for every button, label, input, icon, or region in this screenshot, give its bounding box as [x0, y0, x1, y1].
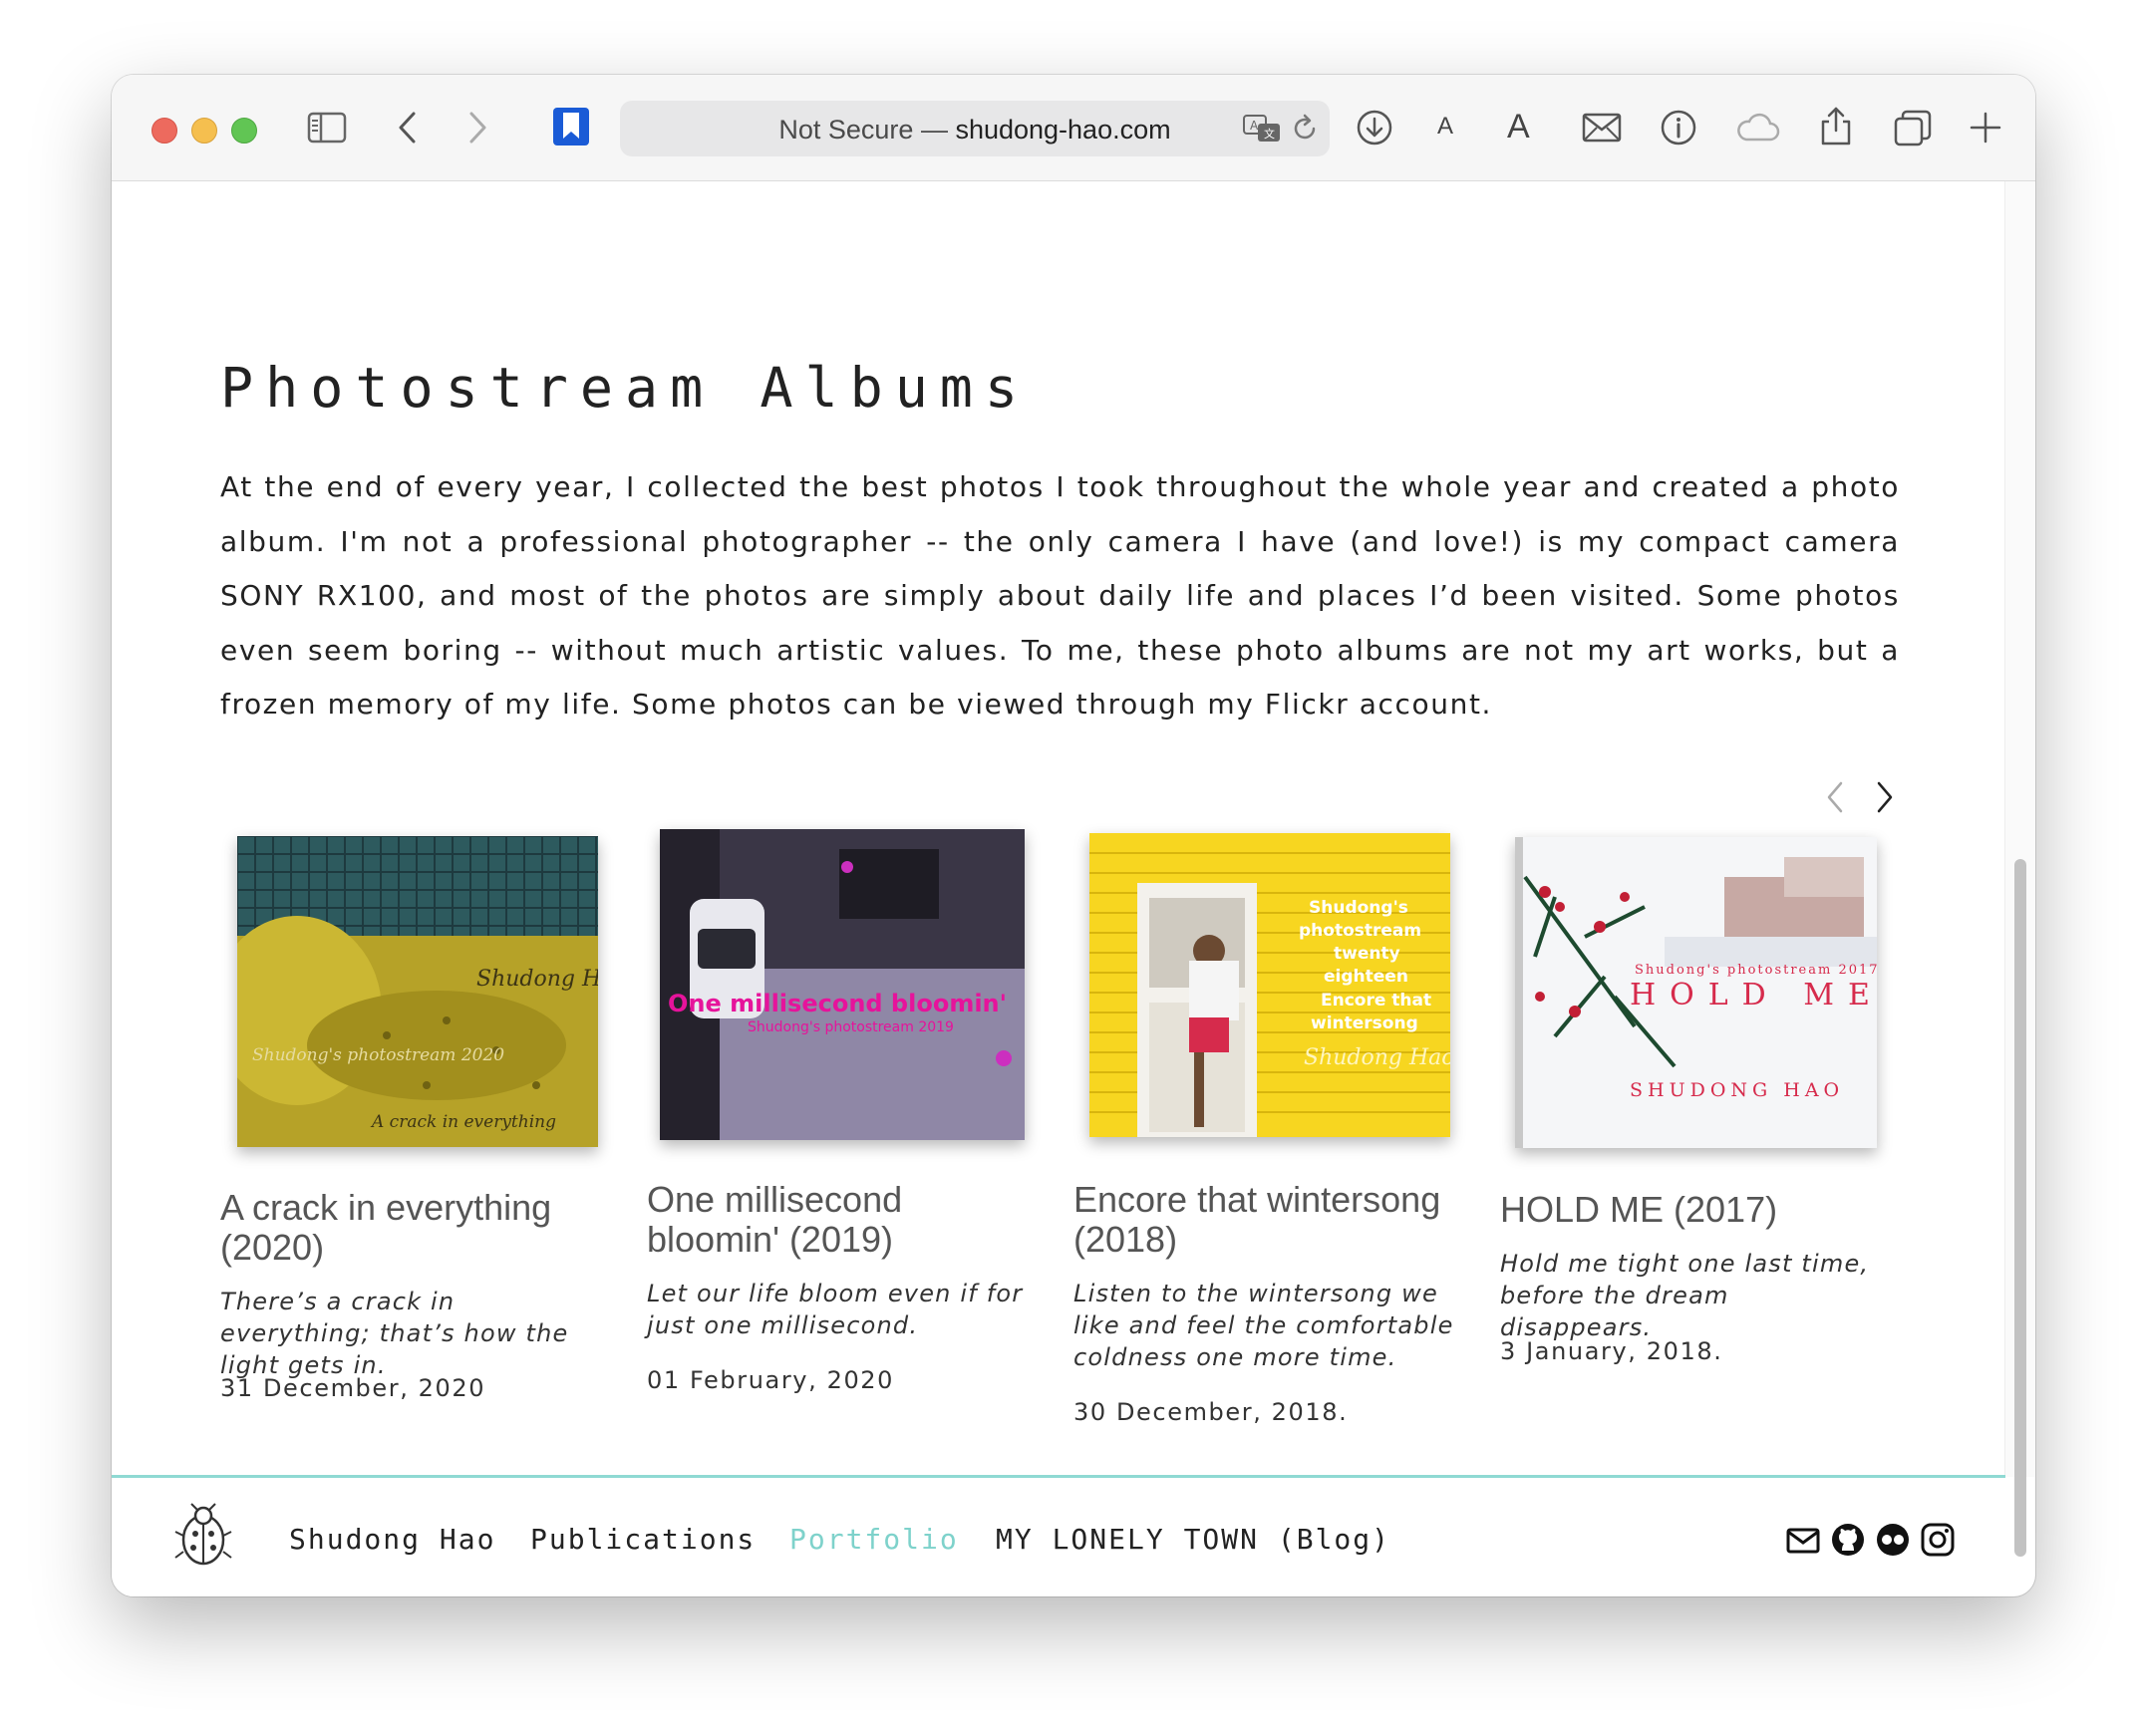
flickr-icon[interactable]: [1876, 1523, 1910, 1561]
cover-text-line: twenty: [1334, 944, 1400, 964]
address-domain: shudong-hao.com: [955, 115, 1171, 145]
cover-text-line: Encore that: [1321, 991, 1431, 1011]
sidebar-toggle-icon[interactable]: [307, 111, 347, 145]
album-description: There’s a crack in everything; that’s ho…: [220, 1288, 569, 1379]
cover-subtitle-text: Shudong's photostream 2017: [1635, 963, 1877, 978]
cover-title-text: Shudong Hao: [476, 967, 598, 992]
album-date: 01 February, 2020: [647, 1366, 895, 1394]
scrollbar[interactable]: [2004, 181, 2035, 1557]
cover-text-line: photostream: [1299, 921, 1421, 941]
page-content: Photostream Albums At the end of every y…: [112, 181, 2005, 1477]
album-description: Hold me tight one last time, before the …: [1500, 1250, 1870, 1341]
reload-icon[interactable]: [1290, 114, 1320, 144]
minimize-window-button[interactable]: [191, 118, 217, 144]
cover-text-line: Shudong's: [1309, 898, 1408, 918]
cover-signature: Shudong Hao: [1304, 1045, 1450, 1070]
album-cover-2019[interactable]: One millisecond bloomin' Shudong's photo…: [660, 829, 1025, 1140]
cover-tagline-text: A crack in everything: [370, 1112, 556, 1132]
github-icon[interactable]: [1831, 1523, 1865, 1561]
ladybug-logo-icon[interactable]: [171, 1502, 235, 1574]
translate-icon[interactable]: A文: [1243, 115, 1281, 143]
tab-overview-icon[interactable]: [1894, 110, 1932, 147]
album-date: 31 December, 2020: [220, 1374, 486, 1402]
browser-toolbar: Not Secure — shudong-hao.com A文 A A: [112, 75, 2035, 181]
nav-link-blog[interactable]: MY LONELY TOWN (Blog): [996, 1523, 1390, 1556]
cover-title-text: One millisecond bloomin': [668, 990, 1007, 1017]
album-cover-2018[interactable]: Shudong's photostream twenty eighteen En…: [1089, 833, 1450, 1137]
address-bar[interactable]: Not Secure — shudong-hao.com A文: [620, 101, 1330, 156]
mail-icon[interactable]: [1786, 1528, 1820, 1558]
album-cover-2020[interactable]: Shudong Hao Shudong's photostream 2020 A…: [237, 836, 598, 1147]
album-date: 3 January, 2018.: [1500, 1337, 1723, 1365]
cover-text-line: wintersong: [1311, 1013, 1418, 1033]
zoom-window-button[interactable]: [231, 118, 257, 144]
svg-text:文: 文: [1264, 127, 1275, 141]
bookmark-icon[interactable]: [552, 107, 590, 146]
album-title[interactable]: HOLD ME (2017): [1500, 1190, 1889, 1230]
nav-link-home[interactable]: Shudong Hao: [289, 1523, 495, 1556]
cover-subtitle-text: Shudong's photostream 2019: [748, 1019, 954, 1035]
download-icon[interactable]: [1356, 109, 1393, 146]
album-title[interactable]: Encore that wintersong (2018): [1073, 1180, 1462, 1260]
album-date: 30 December, 2018.: [1073, 1398, 1349, 1426]
page-title: Photostream Albums: [220, 356, 1031, 420]
carousel-prev-icon[interactable]: [1824, 779, 1846, 819]
increase-font-button[interactable]: A: [1507, 108, 1530, 146]
album-title[interactable]: A crack in everything (2020): [220, 1188, 609, 1268]
new-tab-icon[interactable]: [1968, 110, 2003, 145]
address-text: Not Secure — shudong-hao.com: [620, 115, 1330, 145]
cover-author-text: SHUDONG HAO: [1630, 1079, 1844, 1101]
album-description: Listen to the wintersong we like and fee…: [1073, 1280, 1454, 1371]
album-title[interactable]: One millisecond bloomin' (2019): [647, 1180, 1036, 1260]
info-icon[interactable]: [1660, 109, 1697, 146]
album-description: Let our life bloom even if for just one …: [647, 1280, 1024, 1339]
icloud-tabs-icon[interactable]: [1734, 113, 1780, 143]
mail-share-icon[interactable]: [1582, 113, 1622, 143]
decrease-font-button[interactable]: A: [1437, 113, 1453, 141]
scrollbar-thumb[interactable]: [2014, 859, 2026, 1557]
cover-title-text: HOLD ME: [1630, 978, 1877, 1013]
share-icon[interactable]: [1819, 106, 1853, 145]
close-window-button[interactable]: [152, 118, 177, 144]
nav-link-publications[interactable]: Publications: [530, 1523, 756, 1556]
svg-text:A: A: [1250, 119, 1259, 133]
carousel-next-icon[interactable]: [1874, 779, 1896, 819]
site-footer: Shudong Hao Publications Portfolio MY LO…: [112, 1475, 2005, 1596]
nav-link-portfolio[interactable]: Portfolio: [789, 1523, 959, 1556]
album-cover-2017[interactable]: Shudong's photostream 2017 HOLD ME SHUDO…: [1515, 837, 1877, 1148]
intro-paragraph: At the end of every year, I collected th…: [220, 470, 1900, 721]
cover-text-line: eighteen: [1324, 967, 1408, 987]
address-prefix: Not Secure —: [778, 115, 956, 145]
browser-window: Not Secure — shudong-hao.com A文 A A Phot…: [112, 75, 2035, 1596]
instagram-icon[interactable]: [1921, 1523, 1955, 1561]
forward-arrow-icon[interactable]: [465, 110, 489, 145]
back-arrow-icon[interactable]: [396, 110, 420, 145]
cover-subtitle-text: Shudong's photostream 2020: [252, 1045, 504, 1065]
